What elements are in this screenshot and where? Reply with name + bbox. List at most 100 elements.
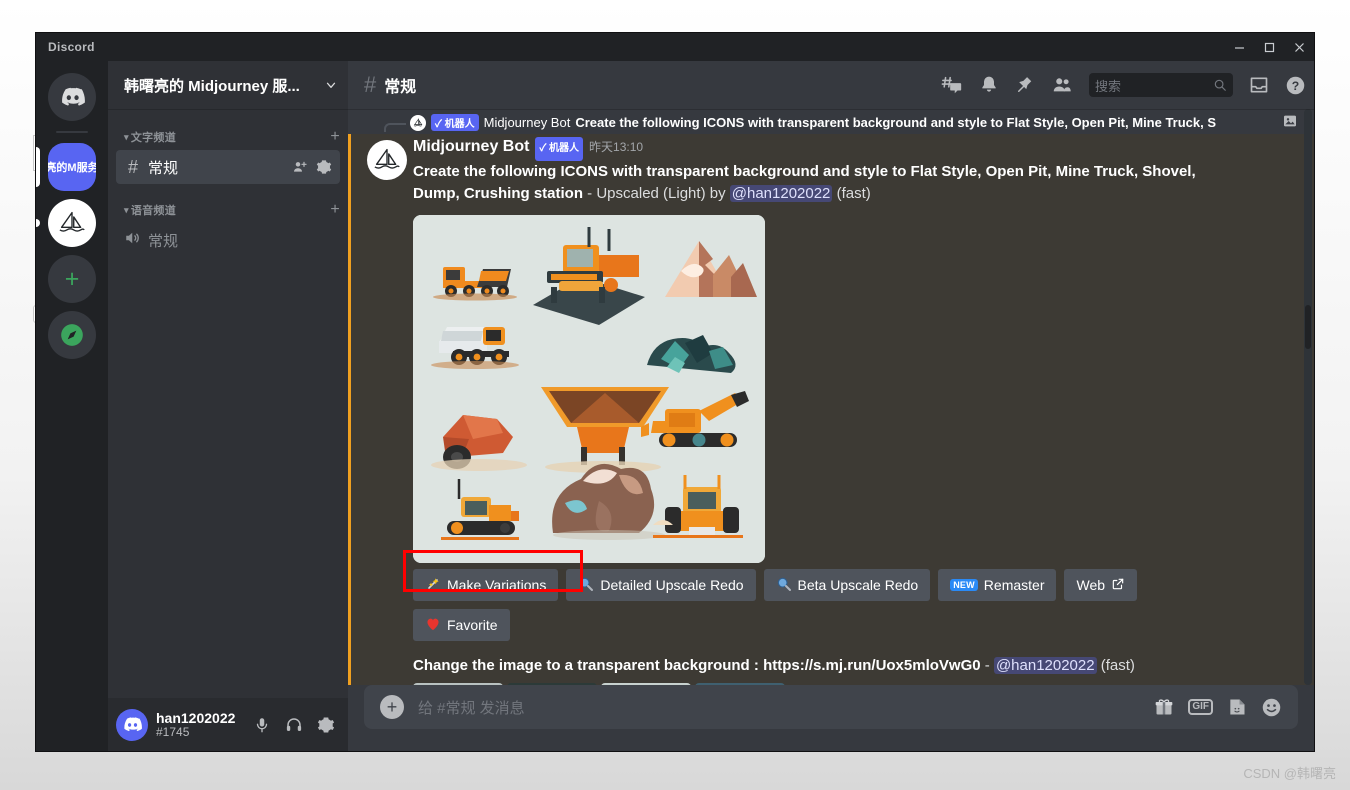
add-channel-button[interactable]: + — [330, 128, 340, 146]
external-link-icon — [1111, 577, 1125, 594]
message-header: Midjourney Bot ✓ 机器人 昨天13:10 — [413, 136, 1298, 161]
user-info[interactable]: han1202022 #1745 — [156, 710, 248, 739]
channel-label: 常规 — [148, 159, 179, 177]
emoji-icon[interactable] — [1261, 697, 1282, 718]
thumbnail-1[interactable] — [413, 683, 503, 685]
server-rail-item-midjourney[interactable] — [48, 199, 96, 247]
message-timestamp: 昨天13:10 — [589, 140, 644, 154]
header-actions: 搜索 ? — [941, 73, 1306, 97]
gif-icon[interactable]: GIF — [1188, 699, 1213, 715]
thumbnail-4[interactable] — [695, 683, 785, 685]
channel-label: 常规 — [148, 232, 179, 250]
beta-upscale-redo-button[interactable]: Beta Upscale Redo — [763, 569, 931, 601]
messages-scroll-area[interactable]: ✓ 机器人 Midjourney Bot Create the followin… — [348, 109, 1314, 685]
microphone-icon[interactable] — [248, 711, 276, 739]
favorite-button[interactable]: Favorite — [413, 609, 510, 641]
sidebar-channel-voice-general[interactable]: 常规 — [116, 223, 340, 257]
message-speed: (fast) — [832, 185, 871, 202]
avatar[interactable] — [367, 140, 407, 180]
server-rail-item-home[interactable] — [48, 73, 96, 121]
scrollbar-track[interactable] — [1304, 109, 1312, 685]
server-rail-item-add[interactable]: + — [48, 255, 96, 303]
message-input[interactable]: + 给 #常规 发消息 GIF — [364, 685, 1298, 729]
scrollbar-thumb[interactable] — [1305, 305, 1311, 349]
sidebar-channel-text-general[interactable]: # 常规 — [116, 150, 340, 184]
compass-icon — [61, 324, 83, 346]
sailboat-icon — [374, 148, 400, 169]
search-icon — [1214, 79, 1226, 91]
image-attachment-icon — [1282, 113, 1298, 132]
button-label: Web — [1076, 577, 1106, 593]
screenshot-root: Discord 亮的M服务 + 韩曙亮的 Midjourney 服... ▾ 文… — [0, 0, 1350, 790]
avatar[interactable] — [116, 708, 148, 741]
generated-image[interactable] — [413, 215, 765, 563]
prompt-link[interactable]: https://s.mj.run/Uox5mloVwG0 — [763, 657, 981, 674]
detailed-upscale-redo-button[interactable]: Detailed Upscale Redo — [566, 569, 756, 601]
user-mention[interactable]: @han1202022 — [993, 657, 1097, 674]
sticker-icon[interactable] — [1227, 697, 1247, 717]
svg-text:?: ? — [1292, 78, 1299, 92]
hash-icon: # — [364, 72, 377, 97]
reply-reference-bar[interactable]: ✓ 机器人 Midjourney Bot Create the followin… — [348, 109, 1314, 134]
add-server-plus-icon: + — [64, 264, 80, 293]
button-label: Remaster — [983, 577, 1045, 593]
server-name: 韩曙亮的 Midjourney 服... — [124, 77, 300, 95]
thumbnail-3[interactable] — [601, 683, 691, 685]
sparkles-icon — [425, 576, 441, 595]
unread-pill — [36, 219, 40, 227]
server-header[interactable]: 韩曙亮的 Midjourney 服... — [108, 61, 348, 109]
thumbnail-2[interactable] — [507, 683, 597, 685]
category-label: 语音频道 — [130, 205, 177, 217]
minimize-button[interactable] — [1224, 33, 1254, 61]
bot-badge: ✓ 机器人 — [535, 137, 584, 161]
avatar — [410, 114, 426, 131]
message-author[interactable]: Midjourney Bot — [413, 136, 529, 158]
reply-spine — [384, 123, 406, 132]
help-icon[interactable]: ? — [1285, 75, 1306, 96]
pin-icon[interactable] — [1015, 75, 1035, 95]
category-text-channels[interactable]: ▾ 文字频道 + — [108, 125, 348, 149]
category-voice-channels[interactable]: ▾ 语音频道 + — [108, 198, 348, 222]
members-icon[interactable] — [1051, 74, 1073, 96]
add-channel-button[interactable]: + — [330, 201, 340, 219]
action-buttons-row: Make Variations Detailed Upscale Redo Be… — [413, 569, 1193, 601]
message-highlighted: Midjourney Bot ✓ 机器人 昨天13:10 Create the … — [348, 134, 1314, 685]
web-button[interactable]: Web — [1064, 569, 1138, 601]
gift-icon[interactable] — [1154, 697, 1174, 717]
server-rail-item-explore[interactable] — [48, 311, 96, 359]
next-message-content: Change the image to a transparent backgr… — [413, 655, 1213, 677]
close-button[interactable] — [1284, 33, 1314, 61]
remaster-button[interactable]: NEW Remaster — [938, 569, 1057, 601]
reply-author: Midjourney Bot — [483, 115, 571, 130]
favorite-row: Favorite — [413, 609, 1193, 641]
settings-gear-icon[interactable] — [312, 711, 340, 739]
page-title: 常规 — [384, 79, 417, 96]
channel-header: # 常规 搜索 ? — [348, 61, 1314, 109]
server-rail-slot-midjourney — [36, 199, 96, 247]
user-mention[interactable]: @han1202022 — [729, 185, 833, 202]
add-attachment-button[interactable]: + — [380, 695, 404, 719]
rail-separator — [56, 131, 88, 133]
message-composer: + 给 #常规 发消息 GIF — [348, 685, 1314, 751]
threads-icon[interactable] — [941, 74, 963, 96]
next-message-text: Change the image to a transparent backgr… — [413, 657, 764, 674]
username: han1202022 — [156, 710, 236, 726]
server-rail-item-active[interactable]: 亮的M服务 — [48, 143, 96, 191]
channel-sidebar: 韩曙亮的 Midjourney 服... ▾ 文字频道 + # 常规 ▾ 语音频… — [108, 61, 348, 751]
headphones-icon[interactable] — [280, 711, 308, 739]
server-rail: 亮的M服务 + — [36, 61, 108, 751]
message-content: Create the following ICONS with transpar… — [413, 161, 1213, 205]
notification-bell-icon[interactable] — [979, 75, 999, 95]
inbox-icon[interactable] — [1249, 75, 1269, 95]
main-chat: # 常规 搜索 ? ✓ 机器人 Midjourney Bot Create th… — [348, 61, 1314, 751]
chevron-down-icon: ▾ — [124, 204, 129, 215]
message-input-placeholder: 给 #常规 发消息 — [418, 699, 525, 717]
invite-member-icon[interactable] — [292, 159, 308, 175]
magnifier-icon — [776, 576, 792, 595]
button-label: Detailed Upscale Redo — [600, 577, 744, 593]
make-variations-button[interactable]: Make Variations — [413, 569, 559, 601]
button-label: Favorite — [447, 617, 498, 633]
maximize-button[interactable] — [1254, 33, 1284, 61]
channel-settings-gear-icon[interactable] — [316, 159, 332, 175]
search-input[interactable]: 搜索 — [1089, 73, 1233, 97]
